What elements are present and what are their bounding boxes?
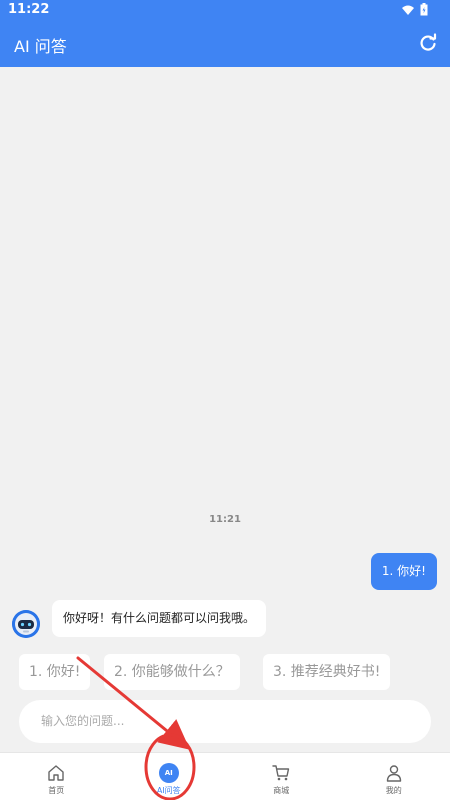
home-icon [48,765,64,781]
suggestion-chip[interactable]: 3. 推荐经典好书! [263,654,391,690]
nav-item-shop[interactable]: 商城 [225,753,338,800]
nav-label-shop: 商城 [273,786,290,795]
status-time: 11:22 [8,2,50,17]
question-input[interactable]: 输入您的问题... [19,700,431,743]
nav-item-ai[interactable]: AI AI问答 [113,753,226,800]
nav-label-profile: 我的 [385,786,402,795]
app-bar: AI 问答 [0,20,450,67]
nav-label-ai: AI问答 [156,786,181,795]
user-message-bubble: 1. 你好! [370,553,437,590]
status-icons [402,3,428,16]
robot-icon [12,610,40,638]
wifi-icon [402,5,414,15]
battery-icon [420,3,428,16]
refresh-icon[interactable] [418,33,438,53]
bot-avatar [12,610,40,638]
chat-timestamp: 11:21 [209,514,241,525]
suggestion-chip[interactable]: 1. 你好! [19,654,91,690]
suggestion-chip[interactable]: 2. 你能够做什么？ [104,654,240,690]
profile-icon [386,765,401,782]
chat-area[interactable]: 11:21 1. 你好! 你好呀！有什么问题都可以问我哦。 1. 你好! 2. … [0,67,450,752]
cart-icon [272,765,290,781]
bot-message-bubble: 你好呀！有什么问题都可以问我哦。 [52,600,267,637]
ai-icon: AI [158,763,179,783]
status-bar: 11:22 [0,0,450,20]
bottom-nav: 首页 AI AI问答 商城 我的 [0,752,450,800]
nav-item-profile[interactable]: 我的 [338,753,450,800]
page-title: AI 问答 [14,37,67,56]
nav-label-home: 首页 [48,786,65,795]
nav-item-home[interactable]: 首页 [0,753,113,800]
